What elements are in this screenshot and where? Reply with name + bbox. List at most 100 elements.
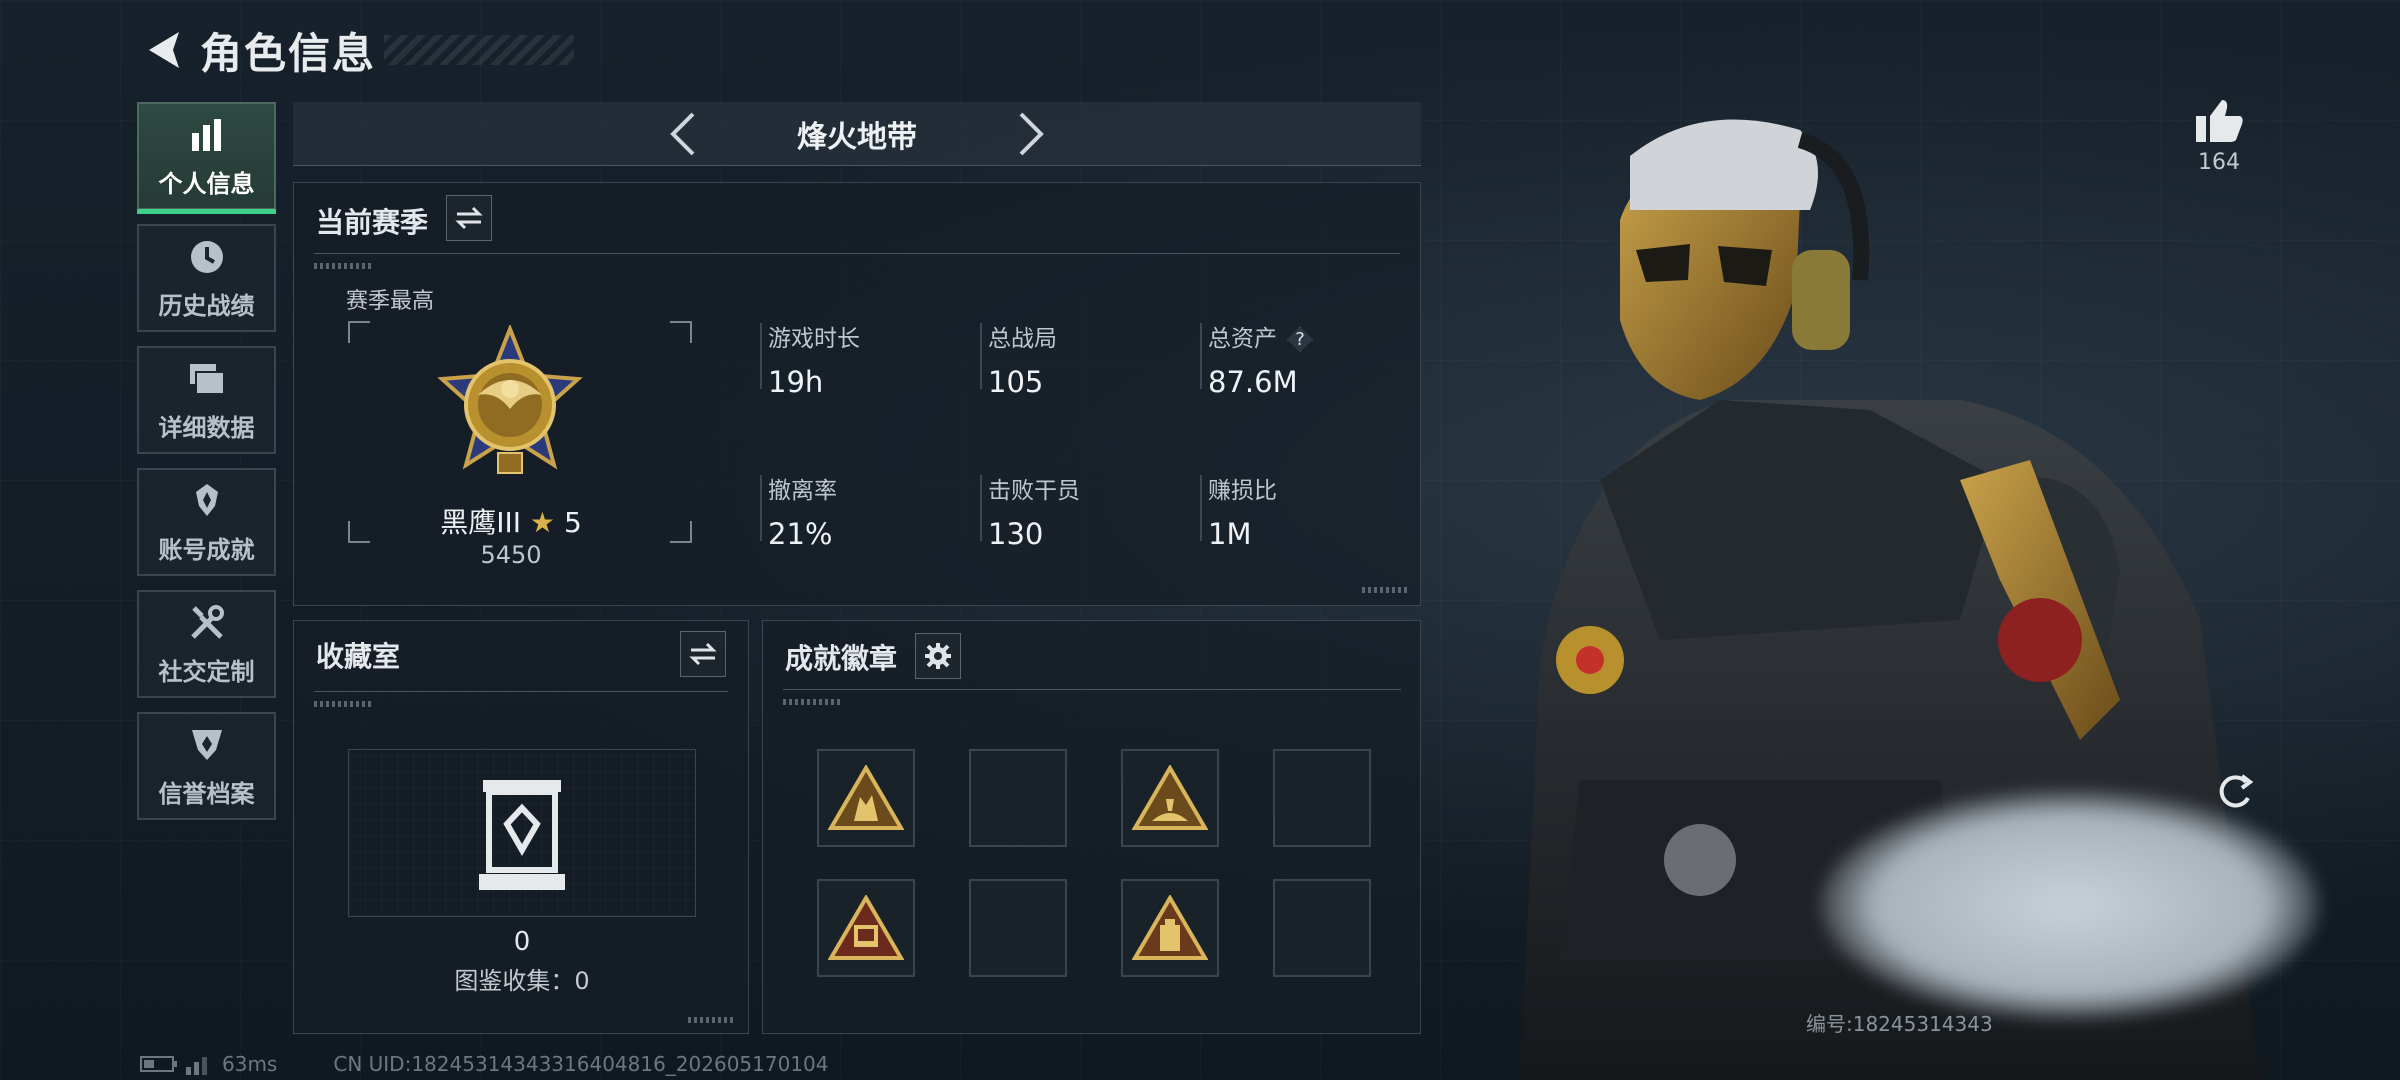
tools-icon — [186, 602, 228, 644]
soldiers-badge-icon — [828, 765, 904, 830]
rank-name-row: 黑鹰III ★ 5 — [406, 501, 616, 541]
collection-display[interactable] — [348, 749, 696, 917]
page-header: 角色信息 — [140, 20, 575, 80]
sidebar-item-credit[interactable]: 信誉档案 — [137, 712, 276, 820]
sidebar-item-details[interactable]: 详细数据 — [137, 346, 276, 454]
sidebar-item-label: 账号成就 — [158, 535, 255, 564]
sidebar-item-achievements[interactable]: 账号成就 — [137, 468, 276, 576]
like-button[interactable]: 164 — [2192, 98, 2246, 175]
stat-total-assets: 总资产? 87.6M — [1208, 319, 1408, 399]
chevron-left-icon — [670, 112, 695, 155]
trophy-icon — [186, 480, 228, 522]
bar-chart-icon — [186, 114, 228, 156]
stat-label-text: 总资产 — [1208, 326, 1277, 352]
stat-value: 130 — [988, 517, 1044, 551]
stat-separator — [1200, 475, 1202, 541]
stat-total-matches: 总战局 105 — [988, 319, 1188, 399]
achievement-badge-slot-empty[interactable] — [1273, 749, 1371, 847]
season-best-label: 赛季最高 — [346, 289, 435, 314]
sidebar-item-social[interactable]: 社交定制 — [137, 590, 276, 698]
prev-mode-button[interactable] — [657, 104, 707, 164]
swap-icon — [455, 206, 483, 230]
swap-icon — [689, 642, 717, 666]
rank-stars: 5 — [563, 506, 582, 539]
achievements-panel: 成就徽章 — [762, 620, 1421, 1034]
blurred-overlay — [1820, 790, 2320, 1020]
achievements-divider — [783, 689, 1401, 690]
stat-separator — [980, 475, 982, 541]
stat-operators-defeated: 击败干员 130 — [988, 471, 1188, 551]
achievement-badge-slot-empty[interactable] — [1273, 879, 1371, 977]
achievement-badge-slot[interactable] — [1121, 879, 1219, 977]
stat-value: 105 — [988, 365, 1044, 399]
stat-separator — [1200, 323, 1202, 389]
frame-corner — [348, 321, 370, 343]
stat-label: 游戏时长 — [768, 326, 860, 352]
chevron-right-icon — [1019, 112, 1044, 155]
sidebar-item-label: 详细数据 — [158, 413, 255, 442]
bag-badge-icon — [1132, 895, 1208, 960]
achievement-badge-slot[interactable] — [817, 879, 915, 977]
stat-value: 87.6M — [1208, 365, 1298, 399]
achievement-badge-slot[interactable] — [817, 749, 915, 847]
serial-number: 编号:18245314343 — [1806, 1012, 1993, 1036]
clock-icon — [186, 236, 228, 278]
uid-text: CN UID:18245314343316404816_202605170104 — [333, 1052, 829, 1076]
frame-corner — [670, 521, 692, 543]
achievement-badge-slot-empty[interactable] — [969, 749, 1067, 847]
stat-value: 21% — [768, 517, 833, 551]
stat-label: 赚损比 — [1208, 478, 1277, 504]
next-mode-button[interactable] — [1007, 104, 1057, 164]
sidebar-item-label: 信誉档案 — [158, 779, 255, 808]
title-decoration — [384, 35, 575, 65]
divider-decoration — [314, 701, 374, 707]
signal-icon — [186, 1057, 207, 1075]
stat-extract-rate: 撤离率 21% — [768, 471, 968, 551]
achievements-title: 成就徽章 — [785, 642, 898, 675]
stat-separator — [760, 475, 762, 541]
rank-score: 5450 — [480, 541, 542, 569]
frame-corner — [670, 321, 692, 343]
rank-emblem — [428, 323, 592, 489]
back-arrow-icon — [149, 32, 179, 68]
crawling-soldier-badge-icon — [1132, 765, 1208, 830]
sidebar: 个人信息 历史战绩 详细数据 账号成就 社交定制 信誉档案 — [137, 102, 276, 834]
sidebar-item-history[interactable]: 历史战绩 — [137, 224, 276, 332]
thumbs-up-icon — [2196, 100, 2243, 142]
stat-value: 1M — [1208, 517, 1252, 551]
season-title: 当前赛季 — [316, 206, 429, 239]
collection-count: 0 — [513, 927, 531, 957]
sidebar-item-profile[interactable]: 个人信息 — [137, 102, 276, 214]
star-icon: ★ — [529, 506, 556, 539]
season-switch-button[interactable] — [446, 195, 492, 241]
help-button[interactable]: ? — [1287, 326, 1313, 353]
status-footer: 63ms CN UID:18245314343316404816_2026051… — [140, 1052, 829, 1076]
like-count: 164 — [2198, 150, 2240, 175]
collection-divider — [314, 691, 728, 692]
battery-icon — [140, 1056, 177, 1072]
stat-separator — [980, 323, 982, 389]
divider-decoration — [314, 263, 374, 269]
achievement-badge-slot[interactable] — [1121, 749, 1219, 847]
collection-switch-button[interactable] — [680, 631, 726, 677]
achievement-badge-slot-empty[interactable] — [969, 879, 1067, 977]
collection-title: 收藏室 — [316, 640, 401, 673]
rotate-model-button[interactable] — [2212, 770, 2256, 814]
catalog-label: 图鉴收集：0 — [454, 967, 590, 995]
sidebar-item-label: 社交定制 — [158, 657, 255, 686]
stat-label: 总资产? — [1208, 319, 1408, 353]
season-divider — [314, 253, 1400, 254]
stat-label: 击败干员 — [988, 478, 1080, 504]
sidebar-item-label: 历史战绩 — [158, 291, 255, 320]
frame-corner — [348, 521, 370, 543]
gear-icon — [925, 643, 951, 669]
page-title: 角色信息 — [200, 28, 377, 78]
stat-profit-ratio: 赚损比 1M — [1208, 471, 1408, 551]
rotate-icon — [2219, 774, 2254, 808]
stat-play-time: 游戏时长 19h — [768, 319, 968, 399]
back-button[interactable] — [140, 27, 186, 73]
sidebar-item-label: 个人信息 — [158, 169, 255, 198]
achievements-settings-button[interactable] — [915, 633, 961, 679]
display-case-icon — [479, 780, 565, 890]
panel-corner-decoration — [688, 1017, 736, 1023]
